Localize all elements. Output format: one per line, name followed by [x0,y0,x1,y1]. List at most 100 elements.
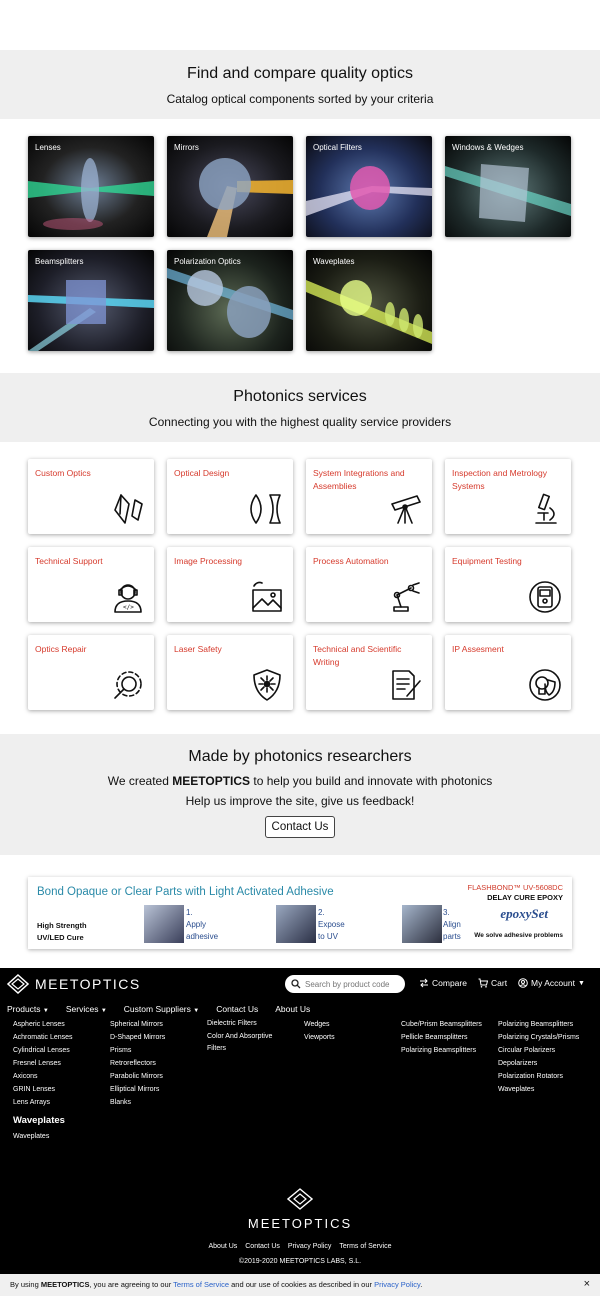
chevron-down-icon: ▼ [42,1008,49,1014]
service-ip-assesment[interactable]: IP Assesment [445,635,571,710]
privacy-policy-link[interactable]: Privacy Policy [374,1280,420,1289]
service-label: Image Processing [174,556,243,566]
service-process-automation[interactable]: Process Automation [306,547,432,622]
ad-product-sub: DELAY CURE EPOXY [487,893,563,902]
close-icon[interactable]: × [584,1278,590,1290]
ad-step-3: 3. Align parts [443,907,461,943]
menu-item[interactable]: Spherical Mirrors [110,1018,165,1031]
menu-item[interactable]: Waveplates [13,1133,49,1140]
service-technical-support[interactable]: Technical Support </> [28,547,154,622]
nav-products-label: Products [7,1004,41,1014]
menu-item[interactable]: Prisms [110,1044,165,1057]
service-label: Optical Design [174,468,230,478]
menu-item[interactable]: Pellicle Beamsplitters [401,1031,482,1044]
menu-item[interactable]: Dielectric Filters [207,1018,272,1030]
cookie-text: By using [10,1280,41,1289]
about-brand: MEETOPTICS [172,774,251,788]
nav-custom-suppliers[interactable]: Custom Suppliers ▼ [124,1004,199,1014]
ad-step-2: 2. Expose to UV [318,907,345,943]
service-technical-writing[interactable]: Technical and Scientific Writing [306,635,432,710]
menu-item[interactable]: Achromatic Lenses [13,1031,73,1044]
waveplates-heading[interactable]: Waveplates [13,1115,65,1126]
menu-item[interactable]: D-Shaped Mirrors [110,1031,165,1044]
category-waveplates[interactable]: Waveplates [306,250,432,351]
service-optics-repair[interactable]: Optics Repair [28,635,154,710]
service-system-integrations[interactable]: System Integrations and Assemblies [306,459,432,534]
nav-products[interactable]: Products ▼ [7,1004,49,1014]
ad-strength-1: High Strength [37,921,87,930]
service-laser-safety[interactable]: Laser Safety [167,635,293,710]
service-image-processing[interactable]: Image Processing [167,547,293,622]
ad-step-3-text: Align [443,920,461,929]
nav-about-us[interactable]: About Us [275,1004,310,1014]
ad-step-1-text: Apply [186,920,207,929]
menu-item[interactable]: Color And Absorptive [207,1031,272,1043]
service-optical-design[interactable]: Optical Design [167,459,293,534]
account-menu[interactable]: My Account ▼ [518,978,585,988]
nav-services-label: Services [65,1004,99,1014]
category-lenses[interactable]: Lenses [28,136,154,237]
category-mirrors[interactable]: Mirrors [167,136,293,237]
category-windows-wedges[interactable]: Windows & Wedges [445,136,571,237]
nav-services[interactable]: Services ▼ [66,1004,107,1014]
service-label: Technical Support [35,556,103,566]
menu-item[interactable]: Viewports [304,1031,335,1044]
ad-step-1: 1. Apply adhesive [186,907,218,943]
service-equipment-testing[interactable]: Equipment Testing [445,547,571,622]
category-optical-filters[interactable]: Optical Filters [306,136,432,237]
menu-column-polarization: Polarizing Beamsplitters Polarizing Crys… [498,1018,579,1096]
service-label: Optics Repair [35,644,87,654]
menu-item[interactable]: Retroreflectors [110,1057,165,1070]
menu-item[interactable]: Wedges [304,1018,335,1031]
ad-banner[interactable]: Bond Opaque or Clear Parts with Light Ac… [28,877,572,949]
telescope-icon [391,495,421,524]
menu-item[interactable]: Aspheric Lenses [13,1018,73,1031]
menu-item[interactable]: GRIN Lenses [13,1083,73,1096]
service-inspection-metrology[interactable]: Inspection and Metrology Systems [445,459,571,534]
menu-item[interactable]: Lens Arrays [13,1096,73,1109]
cart-link[interactable]: Cart [478,978,507,988]
service-custom-optics[interactable]: Custom Optics [28,459,154,534]
cart-icon [478,978,488,988]
service-label: Technical and Scientific Writing [313,644,402,667]
cart-label: Cart [491,978,508,988]
menu-item[interactable]: Circular Polarizers [498,1044,579,1057]
nav-contact-us[interactable]: Contact Us [216,1004,258,1014]
menu-item[interactable]: Waveplates [498,1083,579,1096]
support-person-icon: </> [114,584,142,613]
footer-link-contact[interactable]: Contact Us [245,1243,280,1250]
menu-item[interactable]: Fresnel Lenses [13,1057,73,1070]
menu-item[interactable]: Polarizing Crystals/Prisms [498,1031,579,1044]
menu-item[interactable]: Polarization Rotators [498,1070,579,1083]
cookie-text: , you are agreeing to our [89,1280,174,1289]
ad-headline: Bond Opaque or Clear Parts with Light Ac… [37,886,334,898]
services-title: Photonics services [233,388,367,405]
menu-item[interactable]: Blanks [110,1096,165,1109]
menu-item[interactable]: Polarizing Beamsplitters [498,1018,579,1031]
menu-item[interactable]: Cylindrical Lenses [13,1044,73,1057]
contact-us-button[interactable]: Contact Us [264,816,336,838]
footer-logo[interactable]: MEETOPTICS [7,974,141,994]
category-polarization-optics[interactable]: Polarization Optics [167,250,293,351]
category-beamsplitters[interactable]: Beamsplitters [28,250,154,351]
footer-link-privacy[interactable]: Privacy Policy [288,1243,332,1250]
menu-item[interactable]: Polarizing Beamsplitters [401,1044,482,1057]
compare-link[interactable]: Compare [419,978,467,988]
site-footer: MEETOPTICS Compare Cart My Account ▼ Pro… [0,968,600,1274]
service-label: Equipment Testing [452,556,522,566]
footer-link-about[interactable]: About Us [209,1243,238,1250]
menu-item[interactable]: Parabolic Mirrors [110,1070,165,1083]
menu-item[interactable]: Depolarizers [498,1057,579,1070]
menu-item[interactable]: Cube/Prism Beamsplitters [401,1018,482,1031]
menu-item[interactable]: Elliptical Mirrors [110,1083,165,1096]
footer-link-terms[interactable]: Terms of Service [339,1243,391,1250]
chevron-down-icon: ▼ [577,979,585,987]
compare-label: Compare [432,978,467,988]
terms-of-service-link[interactable]: Terms of Service [173,1280,229,1289]
menu-item[interactable]: Filters [207,1043,272,1055]
search-input[interactable] [305,979,401,989]
menu-column-mirrors: Spherical Mirrors D-Shaped Mirrors Prism… [110,1018,165,1109]
search-box[interactable] [285,975,405,993]
menu-item[interactable]: Axicons [13,1070,73,1083]
services-subtitle: Connecting you with the highest quality … [148,415,452,429]
